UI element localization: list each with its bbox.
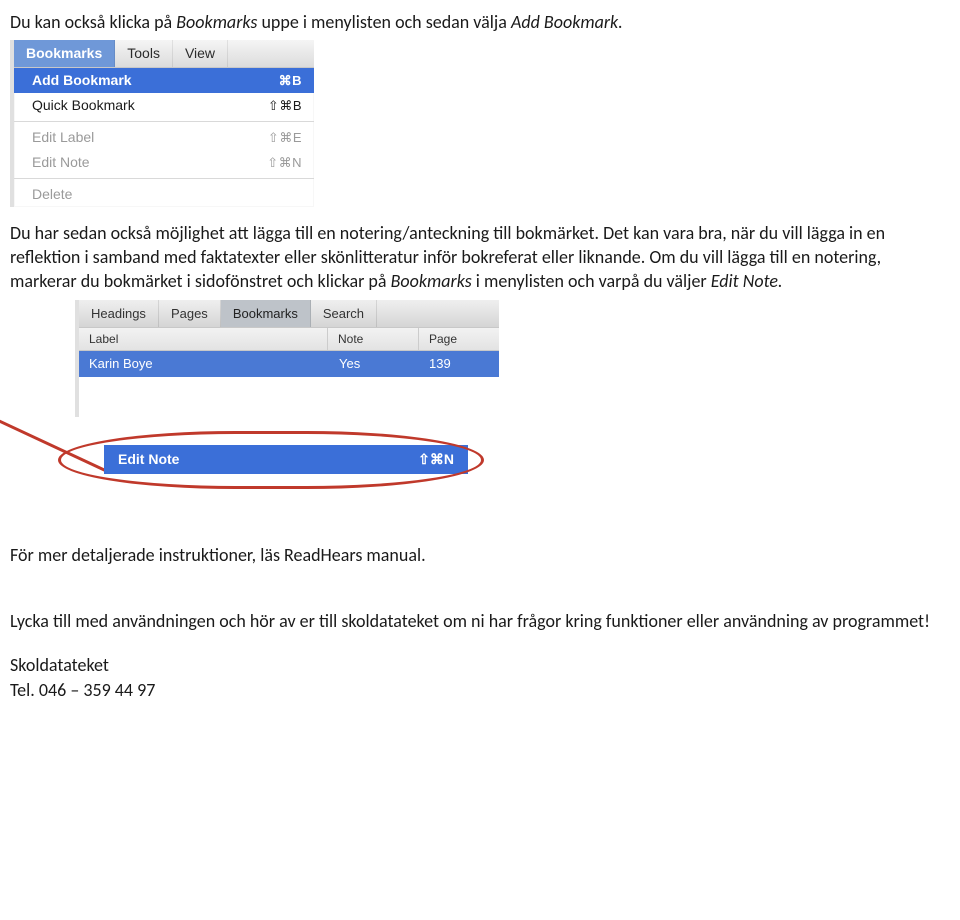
menu-item-label: Add Bookmark bbox=[32, 71, 132, 90]
bookmark-row[interactable]: Karin Boye Yes 139 bbox=[79, 351, 499, 377]
menu-item-label: Quick Bookmark bbox=[32, 96, 135, 115]
bookmark-row-page: 139 bbox=[419, 351, 499, 377]
tab-search[interactable]: Search bbox=[311, 300, 377, 328]
tab-pages[interactable]: Pages bbox=[159, 300, 221, 328]
col-header-label[interactable]: Label bbox=[79, 328, 328, 350]
menu-item-label: Edit Note bbox=[32, 153, 90, 172]
intro-text-3: uppe i menylisten och sedan välja bbox=[257, 11, 511, 33]
edit-note-shortcut: ⇧⌘N bbox=[418, 450, 454, 469]
menubar-item-view[interactable]: View bbox=[173, 40, 228, 67]
menu-item-label: Delete bbox=[32, 185, 72, 204]
intro-bookmarks-word: Bookmarks bbox=[176, 11, 257, 33]
mid-text-2: i menylisten och varpå du väljer bbox=[472, 270, 711, 292]
bookmark-row-note: Yes bbox=[329, 351, 419, 377]
edit-note-callout: Edit Note ⇧⌘N bbox=[58, 431, 488, 487]
menu-item-shortcut: ⇧⌘E bbox=[268, 129, 302, 147]
tab-headings[interactable]: Headings bbox=[79, 300, 159, 328]
bookmarks-tabs: Headings Pages Bookmarks Search bbox=[79, 300, 499, 329]
signature-tel: Tel. 046 – 359 44 97 bbox=[10, 678, 930, 702]
closing-paragraph: Lycka till med användningen och hör av e… bbox=[10, 609, 930, 633]
mid-editnote-word: Edit Note. bbox=[711, 270, 783, 292]
menu-item-edit-label: Edit Label ⇧⌘E bbox=[14, 125, 314, 150]
menubar-item-bookmarks[interactable]: Bookmarks bbox=[14, 40, 115, 67]
tab-bookmarks[interactable]: Bookmarks bbox=[221, 300, 311, 328]
menu-screenshot: Bookmarks Tools View Add Bookmark ⌘B Qui… bbox=[10, 40, 314, 206]
signature-block: Skoldatateket Tel. 046 – 359 44 97 bbox=[10, 653, 930, 702]
menu-item-add-bookmark[interactable]: Add Bookmark ⌘B bbox=[14, 68, 314, 93]
manual-note: För mer detaljerade instruktioner, läs R… bbox=[10, 543, 930, 567]
intro-addbookmark-word: Add Bookmark. bbox=[511, 11, 623, 33]
intro-paragraph: Du kan också klicka på Bookmarks uppe i … bbox=[10, 10, 930, 34]
col-header-page[interactable]: Page bbox=[419, 328, 499, 350]
menu-item-quick-bookmark[interactable]: Quick Bookmark ⇧⌘B bbox=[14, 93, 314, 118]
bookmark-row-label: Karin Boye bbox=[79, 351, 329, 377]
menu-item-edit-note: Edit Note ⇧⌘N bbox=[14, 150, 314, 175]
tel-label: Tel. bbox=[10, 679, 39, 701]
intro-text-1: Du kan också klicka på bbox=[10, 11, 176, 33]
menu-separator bbox=[14, 121, 314, 122]
menubar: Bookmarks Tools View bbox=[14, 40, 314, 68]
menu-separator bbox=[14, 178, 314, 179]
edit-note-label: Edit Note bbox=[118, 450, 179, 469]
menu-item-shortcut: ⌘B bbox=[279, 72, 302, 90]
bookmarks-column-headers: Label Note Page bbox=[79, 328, 499, 351]
menu-item-edit-note-highlight[interactable]: Edit Note ⇧⌘N bbox=[104, 445, 468, 474]
menu-item-shortcut: ⇧⌘N bbox=[267, 154, 302, 172]
tel-number: 046 – 359 44 97 bbox=[39, 679, 155, 701]
mid-bookmarks-word: Bookmarks bbox=[391, 270, 472, 292]
signature-org: Skoldatateket bbox=[10, 653, 930, 677]
col-header-note[interactable]: Note bbox=[328, 328, 419, 350]
mid-paragraph: Du har sedan också möjlighet att lägga t… bbox=[10, 221, 930, 294]
bookmark-panel-blank bbox=[79, 377, 499, 417]
menu-item-label: Edit Label bbox=[32, 128, 94, 147]
menu-item-delete: Delete bbox=[14, 182, 314, 207]
menu-dropdown: Add Bookmark ⌘B Quick Bookmark ⇧⌘B Edit … bbox=[14, 68, 314, 206]
menubar-item-tools[interactable]: Tools bbox=[115, 40, 173, 67]
bookmarks-panel-screenshot: Headings Pages Bookmarks Search Label No… bbox=[75, 300, 499, 417]
menu-item-shortcut: ⇧⌘B bbox=[268, 97, 302, 115]
